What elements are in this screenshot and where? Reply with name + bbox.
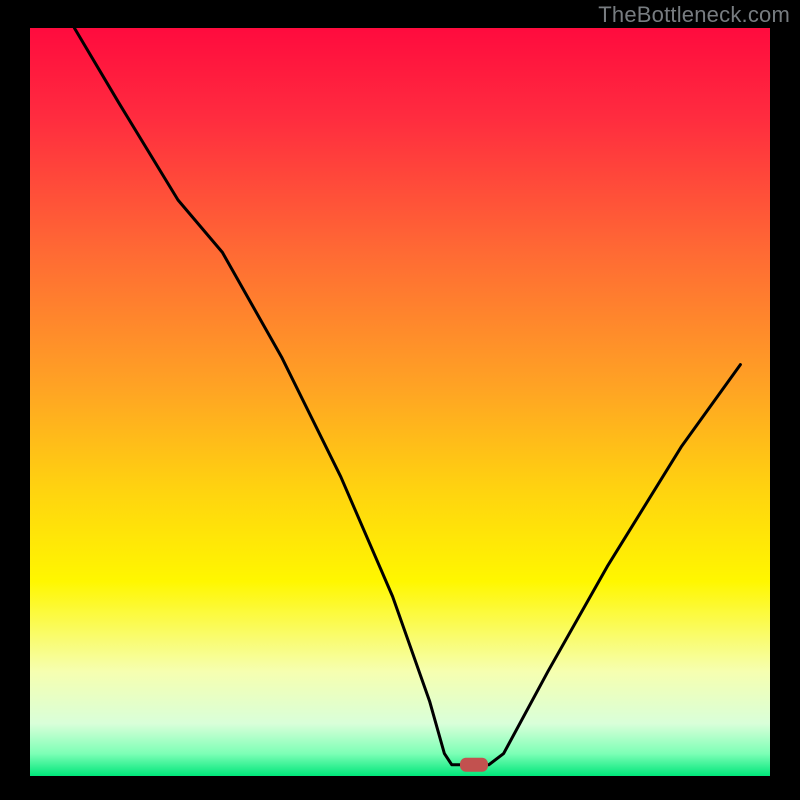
chart-svg — [0, 0, 800, 800]
optimal-marker — [460, 758, 488, 772]
chart-frame: TheBottleneck.com — [0, 0, 800, 800]
watermark-text: TheBottleneck.com — [598, 2, 790, 28]
